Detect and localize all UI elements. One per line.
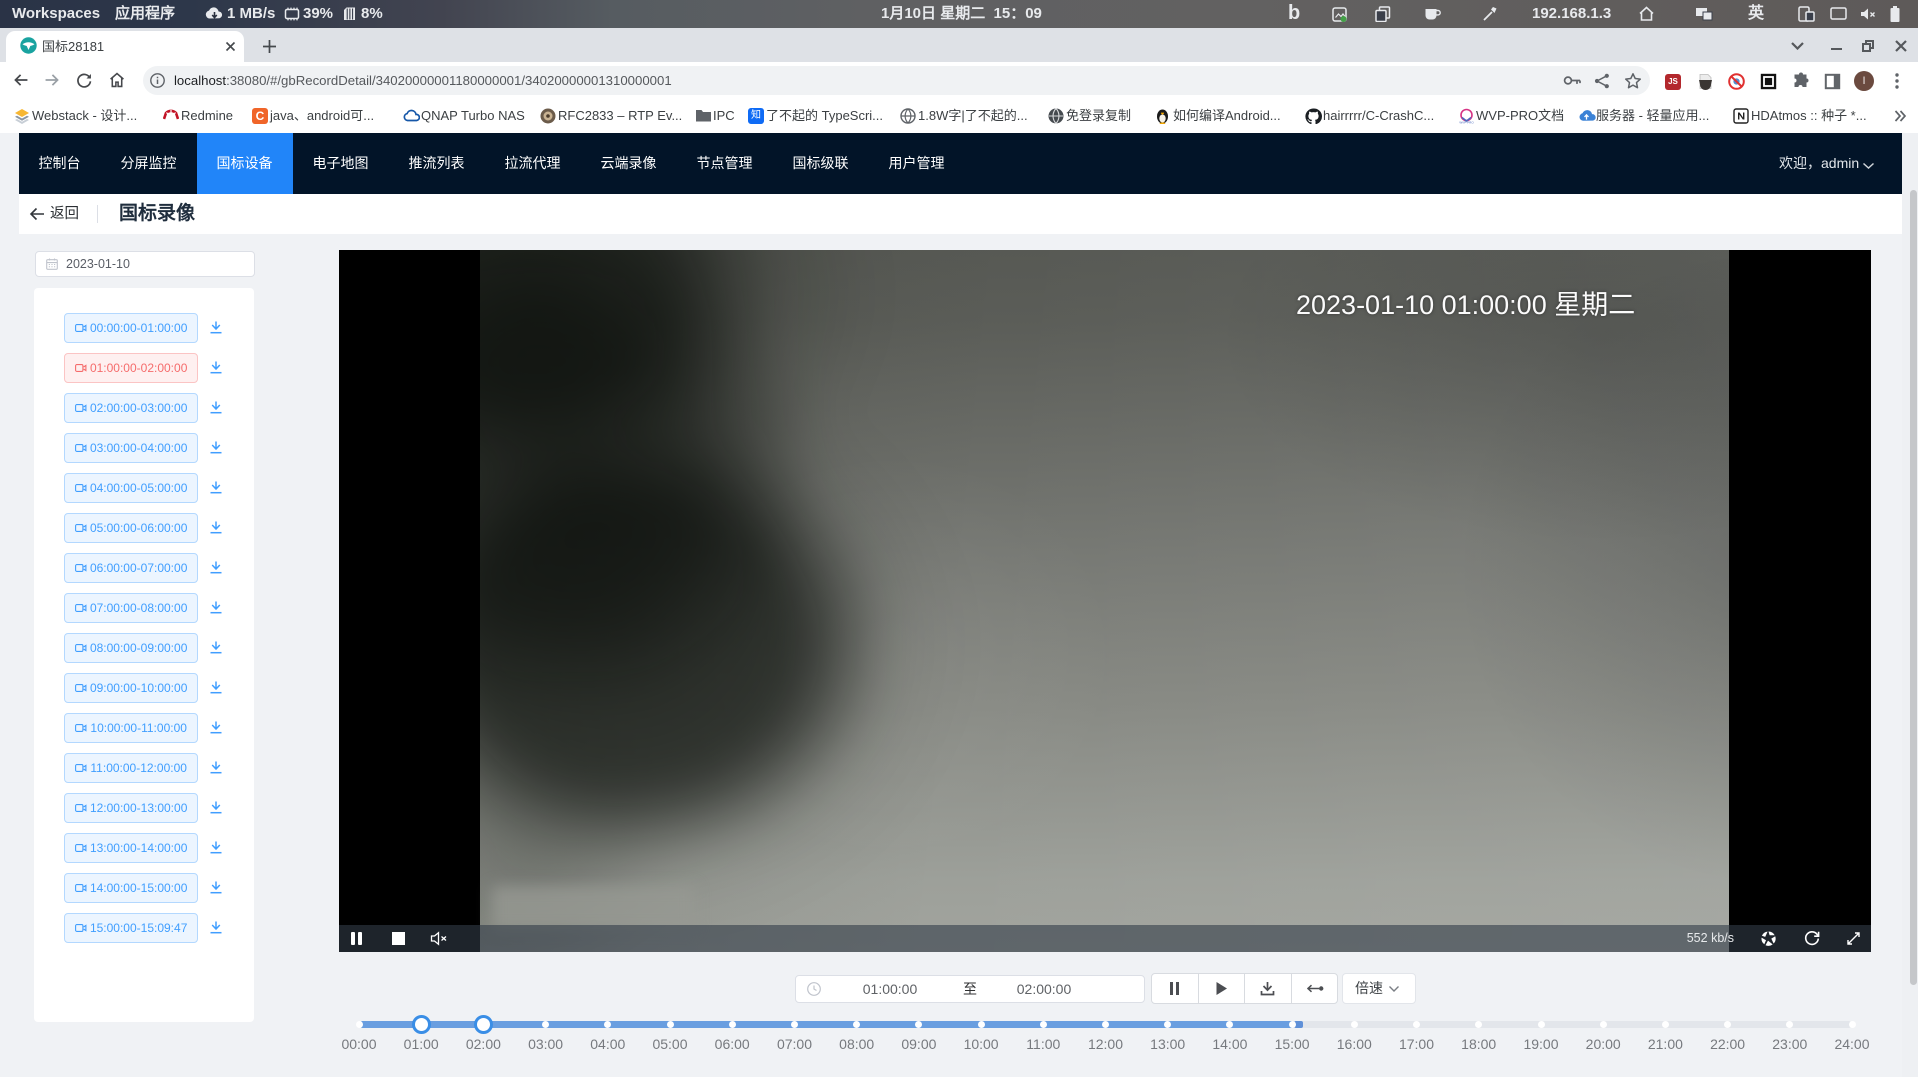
svg-text:WVP-PRO: WVP-PRO: [1459, 121, 1474, 125]
